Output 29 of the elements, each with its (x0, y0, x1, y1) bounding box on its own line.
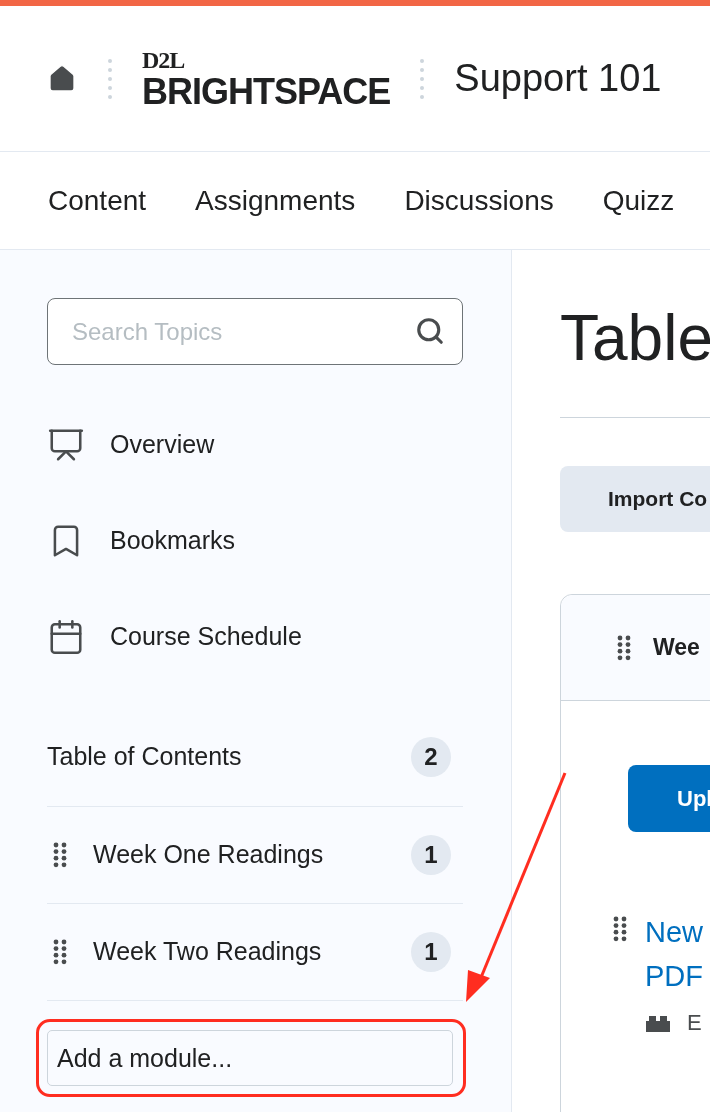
calendar-icon (47, 618, 85, 656)
search-icon[interactable] (415, 316, 445, 346)
count-badge: 2 (411, 736, 451, 777)
sidebar-link[interactable]: Bookmarks (110, 522, 236, 560)
nav-link[interactable]: Content (48, 179, 147, 222)
topic-meta: E (687, 1009, 702, 1037)
nav-link[interactable]: Assignments (195, 179, 356, 222)
nav-link[interactable]: Discussions (404, 179, 554, 222)
card-title: Wee (653, 633, 700, 663)
drag-handle-icon[interactable] (53, 939, 67, 965)
page-title: Table (560, 306, 710, 370)
brightspace-logo[interactable]: D2L BRIGHTSPACE (142, 47, 391, 110)
table-of-contents-link[interactable]: Table of Contents (47, 737, 242, 776)
nav-link[interactable]: Quizz (602, 179, 675, 222)
upload-button[interactable]: Upl (628, 765, 710, 832)
course-title[interactable]: Support 101 (454, 50, 662, 107)
add-module-field[interactable]: Add a module... (47, 1030, 453, 1086)
module-link[interactable]: Week Two Readings (93, 933, 411, 971)
search-field[interactable]: Search Topics (47, 298, 463, 365)
drag-handle-icon[interactable] (53, 842, 67, 868)
drag-handle-icon[interactable] (617, 634, 631, 661)
import-button[interactable]: Import Co (560, 466, 710, 532)
sidebar-link[interactable]: Overview (110, 426, 215, 464)
count-badge: 1 (411, 835, 451, 875)
sidebar-link[interactable]: Course Schedule (110, 618, 302, 656)
topic-link[interactable]: New PDF (645, 910, 703, 998)
module-link[interactable]: Week One Readings (93, 836, 411, 874)
drag-handle-icon[interactable] (613, 916, 627, 942)
count-badge: 1 (411, 932, 451, 972)
